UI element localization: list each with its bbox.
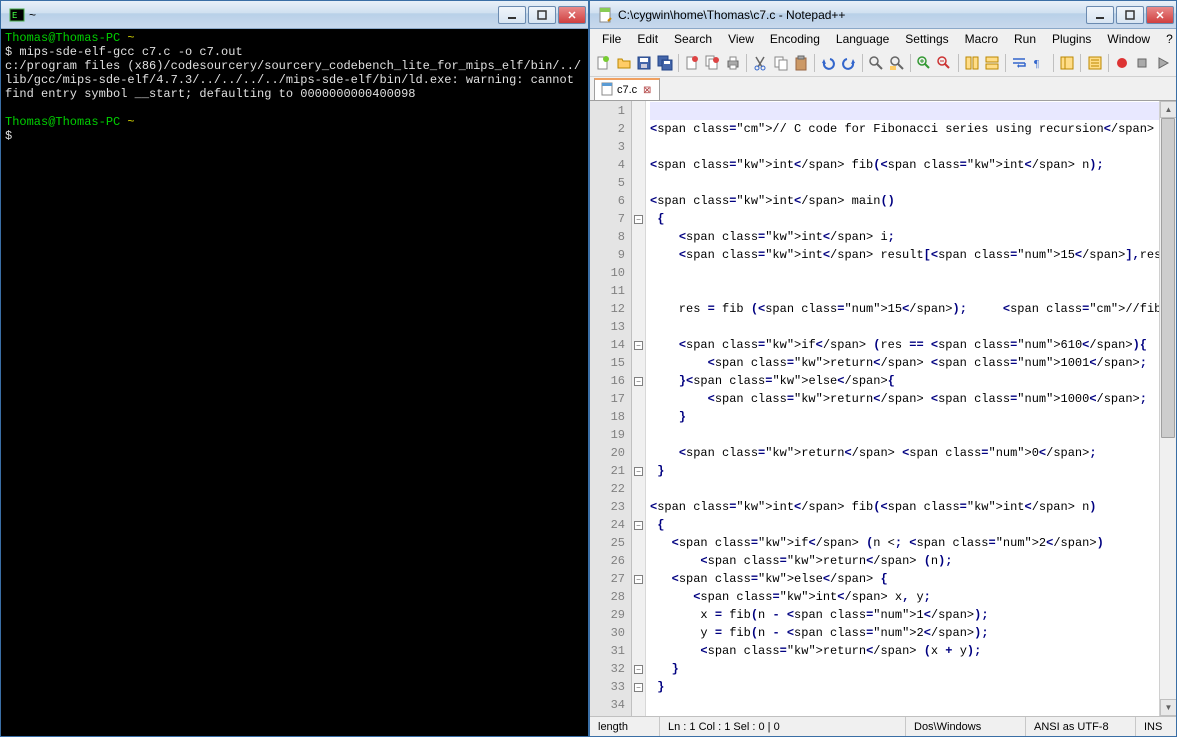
vertical-scrollbar[interactable]: ▲ ▼ [1159,101,1176,716]
menu-view[interactable]: View [720,30,762,48]
menubar: FileEditSearchViewEncodingLanguageSettin… [590,29,1176,49]
scroll-up-button[interactable]: ▲ [1160,101,1176,118]
replace-icon[interactable] [887,53,905,73]
menu-search[interactable]: Search [666,30,720,48]
status-insert-mode: INS [1136,717,1176,736]
notepad-titlebar[interactable]: C:\cygwin\home\Thomas\c7.c - Notepad++ [590,1,1176,29]
svg-text:E: E [12,11,17,21]
tab-label: c7.c [617,84,637,96]
save-all-icon[interactable] [655,53,673,73]
menu-window[interactable]: Window [1099,30,1158,48]
function-list-icon[interactable] [1085,53,1103,73]
separator [1080,54,1081,72]
status-position: Ln : 1 Col : 1 Sel : 0 | 0 [660,717,906,736]
close-button[interactable] [558,6,586,24]
minimize-button[interactable] [1086,6,1114,24]
line-number-gutter: 1234567891011121314151617181920212223242… [590,101,632,716]
tab-bar: c7.c ⊠ [590,77,1176,101]
macro-stop-icon[interactable] [1133,53,1151,73]
menu-plugins[interactable]: Plugins [1044,30,1099,48]
find-icon[interactable] [867,53,885,73]
terminal-body[interactable]: Thomas@Thomas-PC ~ $ mips-sde-elf-gcc c7… [1,29,588,736]
separator [1108,54,1109,72]
cut-icon[interactable] [751,53,769,73]
new-file-icon[interactable] [594,53,612,73]
open-file-icon[interactable] [614,53,632,73]
menu-file[interactable]: File [594,30,629,48]
tab-close-icon[interactable]: ⊠ [641,84,653,96]
code-area[interactable]: <span class="cm">// C code for Fibonacci… [646,101,1159,716]
scroll-track[interactable] [1160,118,1176,699]
separator [1053,54,1054,72]
menu-edit[interactable]: Edit [629,30,666,48]
menu-settings[interactable]: Settings [897,30,956,48]
separator [862,54,863,72]
menu-encoding[interactable]: Encoding [762,30,828,48]
terminal-titlebar[interactable]: E ~ [1,1,588,29]
indent-guide-icon[interactable] [1058,53,1076,73]
separator [678,54,679,72]
copy-icon[interactable] [771,53,789,73]
notepad-window-controls [1086,6,1174,24]
separator [958,54,959,72]
close-file-icon[interactable] [683,53,701,73]
scroll-down-button[interactable]: ▼ [1160,699,1176,716]
menu-macro[interactable]: Macro [957,30,1006,48]
notepad-title: C:\cygwin\home\Thomas\c7.c - Notepad++ [618,8,1086,22]
notepad-icon [598,7,614,23]
terminal-window: E ~ Thomas@Thomas-PC ~ $ mips-sde-elf-gc… [0,0,589,737]
toolbar: ¶ [590,49,1176,77]
separator [814,54,815,72]
svg-text:¶: ¶ [1034,58,1039,70]
minimize-button[interactable] [498,6,526,24]
redo-icon[interactable] [840,53,858,73]
show-all-chars-icon[interactable]: ¶ [1031,53,1049,73]
paste-icon[interactable] [792,53,810,73]
maximize-button[interactable] [528,6,556,24]
zoom-in-icon[interactable] [915,53,933,73]
close-all-icon[interactable] [703,53,721,73]
menu-language[interactable]: Language [828,30,897,48]
zoom-out-icon[interactable] [935,53,953,73]
tab-c7[interactable]: c7.c ⊠ [594,78,660,100]
fold-column: −−−−−−−− [632,101,646,716]
terminal-window-controls [498,6,586,24]
separator [746,54,747,72]
terminal-icon: E [9,7,25,23]
scroll-thumb[interactable] [1161,118,1175,438]
editor-area: 1234567891011121314151617181920212223242… [590,101,1176,716]
file-icon [601,82,613,99]
wordwrap-icon[interactable] [1010,53,1028,73]
terminal-title: ~ [29,8,498,22]
sync-v-icon[interactable] [962,53,980,73]
close-button[interactable] [1146,6,1174,24]
statusbar: length Ln : 1 Col : 1 Sel : 0 | 0 Dos\Wi… [590,716,1176,736]
macro-record-icon[interactable] [1113,53,1131,73]
menu-run[interactable]: Run [1006,30,1044,48]
maximize-button[interactable] [1116,6,1144,24]
status-length: length [590,717,660,736]
print-icon[interactable] [724,53,742,73]
undo-icon[interactable] [819,53,837,73]
menu-[interactable]: ? [1158,30,1177,48]
save-icon[interactable] [635,53,653,73]
sync-h-icon[interactable] [983,53,1001,73]
separator [1005,54,1006,72]
macro-play-icon[interactable] [1154,53,1172,73]
status-encoding: ANSI as UTF-8 [1026,717,1136,736]
notepad-window: C:\cygwin\home\Thomas\c7.c - Notepad++ F… [589,0,1177,737]
status-eol: Dos\Windows [906,717,1026,736]
separator [910,54,911,72]
